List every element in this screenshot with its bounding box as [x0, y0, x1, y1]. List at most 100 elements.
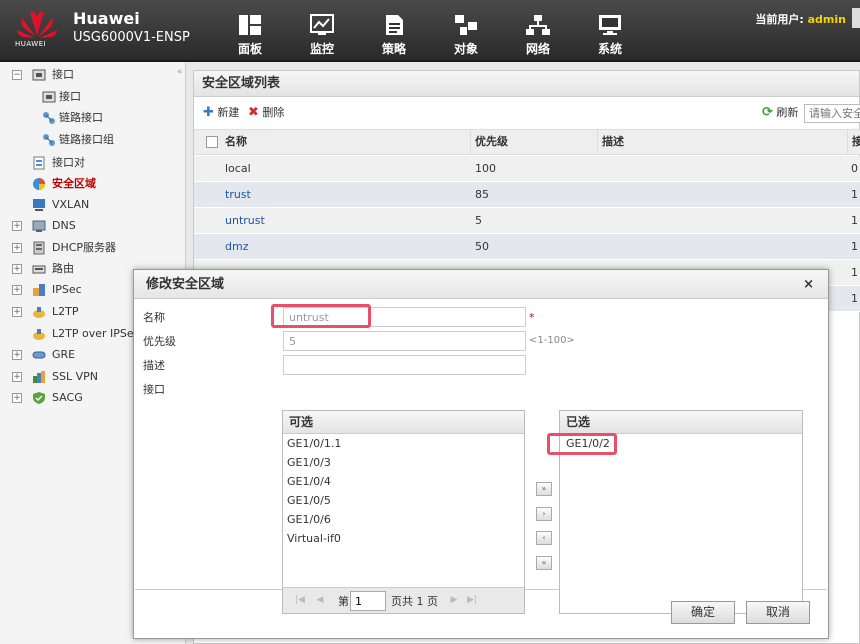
expand-toggle-icon[interactable]: +: [12, 350, 22, 360]
sidebar-item-dns[interactable]: + DNS: [0, 216, 180, 236]
zone-priority: 50: [475, 240, 489, 253]
priority-field[interactable]: [283, 331, 526, 351]
first-page-icon[interactable]: |◀: [293, 593, 307, 607]
panel-title: 安全区域列表: [194, 71, 859, 97]
sidebar-item-interface[interactable]: 接口: [0, 87, 180, 107]
description-field[interactable]: [283, 355, 526, 375]
column-header-interface[interactable]: 接: [847, 130, 860, 154]
dhcp-server-icon: [33, 241, 45, 255]
current-user: 当前用户: admin: [755, 11, 846, 27]
nav-object[interactable]: 对象: [438, 0, 510, 60]
zone-iface-count: 0: [851, 162, 858, 175]
zone-iface-count: 1: [851, 214, 858, 227]
expand-toggle-icon[interactable]: +: [12, 221, 22, 231]
sidebar-item-label: DHCP服务器: [52, 241, 117, 254]
expand-toggle-icon[interactable]: +: [12, 393, 22, 403]
nav-dashboard[interactable]: 面板: [222, 0, 294, 60]
sidebar-item-label: 接口: [52, 68, 74, 81]
nav-label: 面板: [237, 42, 262, 56]
logo-text: HUAWEI: [15, 40, 47, 48]
cancel-button[interactable]: 取消: [746, 601, 810, 624]
nav-monitor[interactable]: 监控: [294, 0, 366, 60]
collapse-toggle-icon[interactable]: −: [12, 70, 22, 80]
expand-toggle-icon[interactable]: +: [12, 372, 22, 382]
list-item[interactable]: GE1/0/3: [283, 453, 524, 472]
delete-button[interactable]: ✖ 删除: [248, 105, 284, 121]
zone-iface-count: 1: [851, 240, 858, 253]
nav-label: 网络: [525, 42, 550, 56]
sidebar-item-label: VXLAN: [52, 198, 90, 211]
sidebar-item-link-interface-group[interactable]: 链路接口组: [0, 130, 180, 150]
zone-iface-count: 1: [851, 292, 858, 305]
interface-label: 接口: [143, 383, 165, 396]
expand-toggle-icon[interactable]: +: [12, 264, 22, 274]
new-button[interactable]: ✚ 新建: [203, 105, 239, 121]
sidebar-item-link-interface[interactable]: 链路接口: [0, 108, 180, 128]
table-row[interactable]: trust 85 1: [194, 182, 860, 208]
column-header-description[interactable]: 描述: [597, 130, 847, 154]
expand-toggle-icon[interactable]: +: [12, 243, 22, 253]
page-number-input[interactable]: [350, 591, 386, 611]
table-row[interactable]: untrust 5 1: [194, 208, 860, 234]
table-row[interactable]: dmz 50 1: [194, 234, 860, 260]
move-left-button[interactable]: ‹: [536, 531, 552, 545]
header-edge-button[interactable]: [852, 8, 860, 28]
nav-label: 监控: [309, 42, 334, 56]
nav-label: 对象: [453, 42, 478, 56]
sidebar-item-vxlan[interactable]: VXLAN: [0, 195, 180, 215]
list-item[interactable]: GE1/0/1.1: [283, 434, 524, 453]
zone-name[interactable]: untrust: [225, 208, 265, 234]
list-item[interactable]: GE1/0/5: [283, 491, 524, 510]
edit-security-zone-dialog: 修改安全区域 × 名称 * 优先级 <1-100> 描述 接口 可选 GE1/0…: [133, 269, 829, 639]
nav-policy[interactable]: 策略: [366, 0, 438, 60]
select-all-checkbox[interactable]: [206, 136, 218, 148]
close-icon[interactable]: ×: [803, 270, 814, 299]
page-suffix: 页共 1 页: [391, 595, 438, 608]
highlight-box: [547, 433, 617, 455]
gre-icon: [32, 351, 46, 359]
sidebar-item-security-zone[interactable]: 安全区域: [0, 174, 180, 194]
sidebar-item-label: 接口: [59, 90, 81, 103]
zone-name[interactable]: trust: [225, 182, 251, 208]
search-input[interactable]: [804, 104, 860, 123]
sidebar-item-dhcp-server[interactable]: + DHCP服务器: [0, 238, 180, 258]
sidebar-item-label: L2TP: [52, 305, 79, 318]
prev-page-icon[interactable]: ◀: [313, 593, 327, 607]
sidebar-item-label: SACG: [52, 391, 83, 404]
nav-system[interactable]: 系统: [582, 0, 654, 60]
pager: |◀ ◀ 第 页共 1 页 ▶ ▶|: [283, 587, 524, 613]
list-item[interactable]: Virtual-if0: [283, 529, 524, 548]
column-header-priority[interactable]: 优先级: [470, 130, 597, 154]
network-icon: [526, 15, 550, 35]
ipsec-icon: [33, 284, 45, 296]
interface-icon: [32, 69, 46, 81]
sidebar-item-label: 接口对: [52, 156, 85, 169]
move-all-right-button[interactable]: »: [536, 482, 552, 496]
nav-network[interactable]: 网络: [510, 0, 582, 60]
page-prefix: 第: [338, 595, 349, 608]
move-all-left-button[interactable]: «: [536, 556, 552, 570]
expand-toggle-icon[interactable]: +: [12, 285, 22, 295]
sidebar-item-label: GRE: [52, 348, 76, 361]
dialog-body: 名称 * 优先级 <1-100> 描述 接口 可选 GE1/0/1.1 GE1/…: [135, 300, 827, 614]
last-page-icon[interactable]: ▶|: [465, 593, 479, 607]
expand-toggle-icon[interactable]: +: [12, 307, 22, 317]
column-header-name[interactable]: 名称: [221, 130, 247, 154]
new-button-label: 新建: [217, 106, 240, 119]
table-row[interactable]: local 100 0: [194, 156, 860, 182]
security-zone-icon: [33, 178, 45, 190]
current-user-name[interactable]: admin: [808, 13, 846, 26]
list-item[interactable]: GE1/0/6: [283, 510, 524, 529]
brand-name: Huawei: [73, 9, 140, 28]
sidebar-item-interface-pair[interactable]: 接口对: [0, 153, 180, 173]
next-page-icon[interactable]: ▶: [447, 593, 461, 607]
zone-name[interactable]: dmz: [225, 234, 248, 260]
sidebar-item-label: 路由: [52, 262, 74, 275]
refresh-button[interactable]: ⟳ 刷新: [762, 105, 798, 121]
move-right-button[interactable]: ›: [536, 507, 552, 521]
sidebar-item-interface-group[interactable]: − 接口: [0, 65, 180, 85]
zone-name: local: [225, 162, 251, 175]
nav-label: 系统: [597, 42, 622, 56]
list-item[interactable]: GE1/0/4: [283, 472, 524, 491]
ok-button[interactable]: 确定: [671, 601, 735, 624]
